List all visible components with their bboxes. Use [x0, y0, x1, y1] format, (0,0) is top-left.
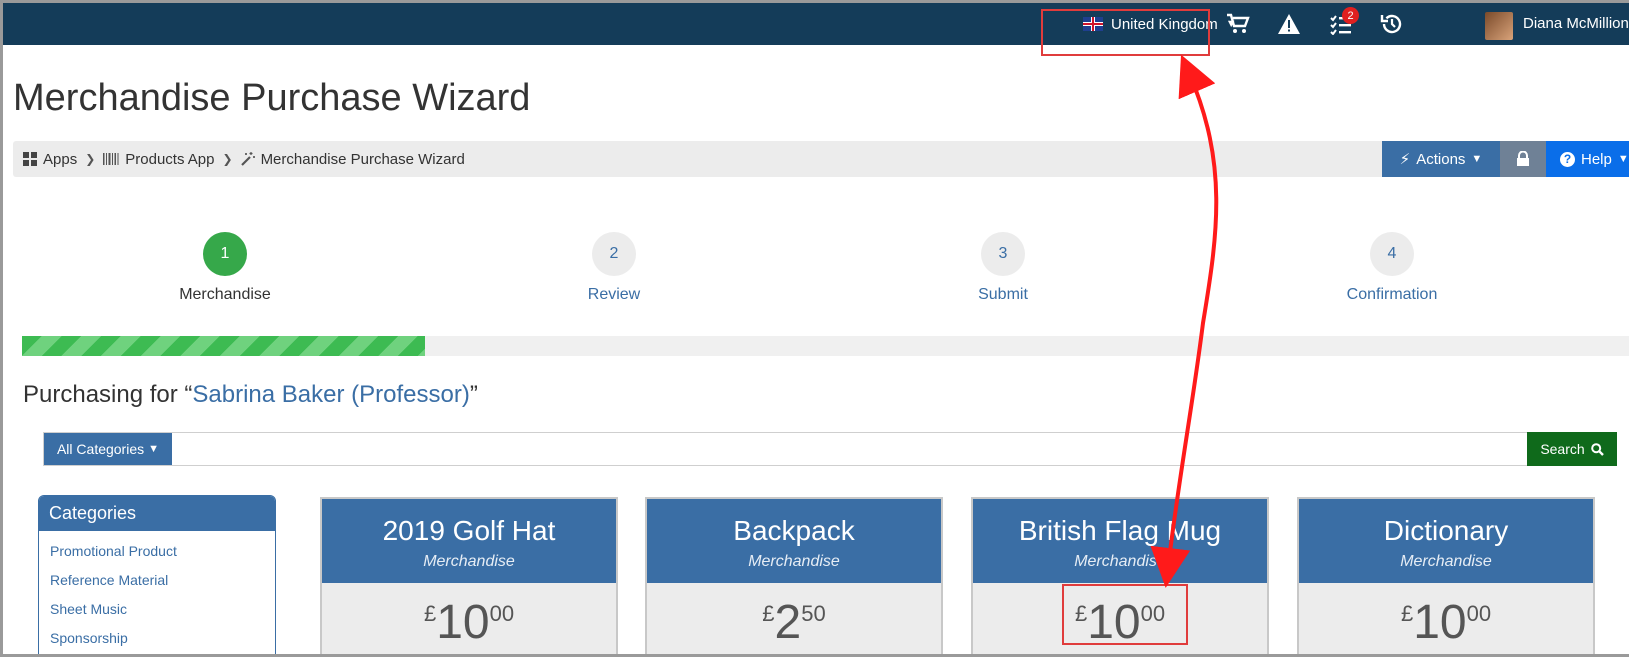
- product-type: Merchandise: [1074, 553, 1166, 570]
- step-submit[interactable]: 3 Submit: [903, 232, 1103, 304]
- chevron-down-icon: ▼: [1617, 153, 1629, 165]
- product-name: 2019 Golf Hat: [382, 515, 556, 546]
- warning-icon[interactable]: [1275, 11, 1303, 37]
- search-button[interactable]: Search: [1527, 432, 1617, 466]
- step-number: 4: [1370, 232, 1414, 276]
- product-name: Backpack: [733, 515, 855, 546]
- top-navbar: United Kingdom ▼ 2 Diana McMillion: [3, 3, 1629, 45]
- breadcrumb-bar: Apps ❯ Products App ❯ Merchandise Purcha…: [13, 141, 1629, 177]
- category-item[interactable]: Promotional Product: [50, 537, 275, 566]
- chevron-right-icon: ❯: [85, 152, 96, 166]
- search-icon: [1590, 442, 1604, 456]
- step-number: 2: [592, 232, 636, 276]
- progress-fill: [22, 336, 425, 356]
- product-price: £2 50: [762, 596, 826, 649]
- breadcrumb-products-app[interactable]: Products App: [103, 151, 215, 168]
- actions-button[interactable]: ⚡ Actions ▼: [1382, 141, 1500, 177]
- product-card[interactable]: 2019 Golf Hat Merchandise £10 00: [320, 497, 618, 654]
- user-avatar[interactable]: [1485, 12, 1513, 40]
- chevron-down-icon: ▼: [1471, 153, 1483, 165]
- barcode-icon: [103, 153, 119, 165]
- question-circle-icon: ?: [1560, 151, 1575, 167]
- product-type: Merchandise: [1400, 553, 1492, 570]
- category-item[interactable]: Sheet Music: [50, 595, 275, 624]
- lock-icon: [1517, 151, 1529, 166]
- step-number: 1: [203, 232, 247, 276]
- breadcrumb-wizard: Merchandise Purchase Wizard: [240, 151, 465, 168]
- product-type: Merchandise: [423, 553, 515, 570]
- progress-bar: [22, 336, 1629, 356]
- step-number: 3: [981, 232, 1025, 276]
- annotation-box-country: [1041, 9, 1210, 56]
- product-name: British Flag Mug: [1018, 515, 1222, 546]
- categories-title: Categories: [39, 496, 275, 531]
- history-icon[interactable]: [1378, 11, 1406, 37]
- step-merchandise[interactable]: 1 Merchandise: [125, 232, 325, 304]
- notification-badge: 2: [1342, 7, 1359, 24]
- product-search-bar: All Categories ▼ Search: [43, 432, 1617, 466]
- product-price: £10 00: [1400, 596, 1492, 649]
- magic-wand-icon: [240, 152, 255, 166]
- user-name[interactable]: Diana McMillion: [1523, 3, 1629, 45]
- product-card-header: British Flag Mug Merchandise: [973, 499, 1267, 583]
- annotation-box-price: [1062, 584, 1188, 645]
- categories-panel: Categories Promotional Product Reference…: [38, 495, 276, 654]
- chevron-down-icon: ▼: [148, 443, 160, 455]
- product-type: Merchandise: [748, 553, 840, 570]
- customer-link[interactable]: Sabrina Baker (Professor): [192, 381, 469, 408]
- product-card-header: Dictionary Merchandise: [1299, 499, 1593, 583]
- step-label: Merchandise: [179, 286, 271, 303]
- search-input[interactable]: [172, 433, 1492, 465]
- chevron-right-icon: ❯: [222, 152, 233, 166]
- product-card[interactable]: Dictionary Merchandise £10 00: [1297, 497, 1595, 654]
- grid-icon: [23, 152, 37, 166]
- breadcrumb: Apps ❯ Products App ❯ Merchandise Purcha…: [23, 141, 465, 177]
- bolt-icon: ⚡: [1399, 151, 1411, 168]
- page-title: Merchandise Purchase Wizard: [13, 77, 531, 119]
- task-list-icon[interactable]: 2: [1327, 7, 1359, 37]
- app-frame: United Kingdom ▼ 2 Diana McMillion Merch…: [0, 0, 1629, 657]
- step-label: Confirmation: [1346, 286, 1438, 303]
- product-name: Dictionary: [1383, 515, 1509, 546]
- category-item[interactable]: Sponsorship: [50, 624, 275, 653]
- lock-button[interactable]: [1500, 141, 1546, 177]
- step-review[interactable]: 2 Review: [514, 232, 714, 304]
- purchasing-for-heading: Purchasing for “Sabrina Baker (Professor…: [23, 381, 478, 408]
- help-button[interactable]: ? Help ▼: [1546, 141, 1629, 177]
- breadcrumb-apps[interactable]: Apps: [23, 151, 77, 168]
- category-dropdown[interactable]: All Categories ▼: [44, 433, 172, 465]
- product-card[interactable]: Backpack Merchandise £2 50: [645, 497, 943, 654]
- category-item[interactable]: Reference Material: [50, 566, 275, 595]
- product-price: £10 00: [423, 596, 515, 649]
- step-label: Submit: [978, 286, 1028, 303]
- step-label: Review: [587, 286, 641, 303]
- step-confirmation[interactable]: 4 Confirmation: [1292, 232, 1492, 304]
- cart-icon[interactable]: [1224, 11, 1252, 37]
- product-card-header: 2019 Golf Hat Merchandise: [322, 499, 616, 583]
- categories-list: Promotional Product Reference Material S…: [39, 531, 275, 653]
- product-card-header: Backpack Merchandise: [647, 499, 941, 583]
